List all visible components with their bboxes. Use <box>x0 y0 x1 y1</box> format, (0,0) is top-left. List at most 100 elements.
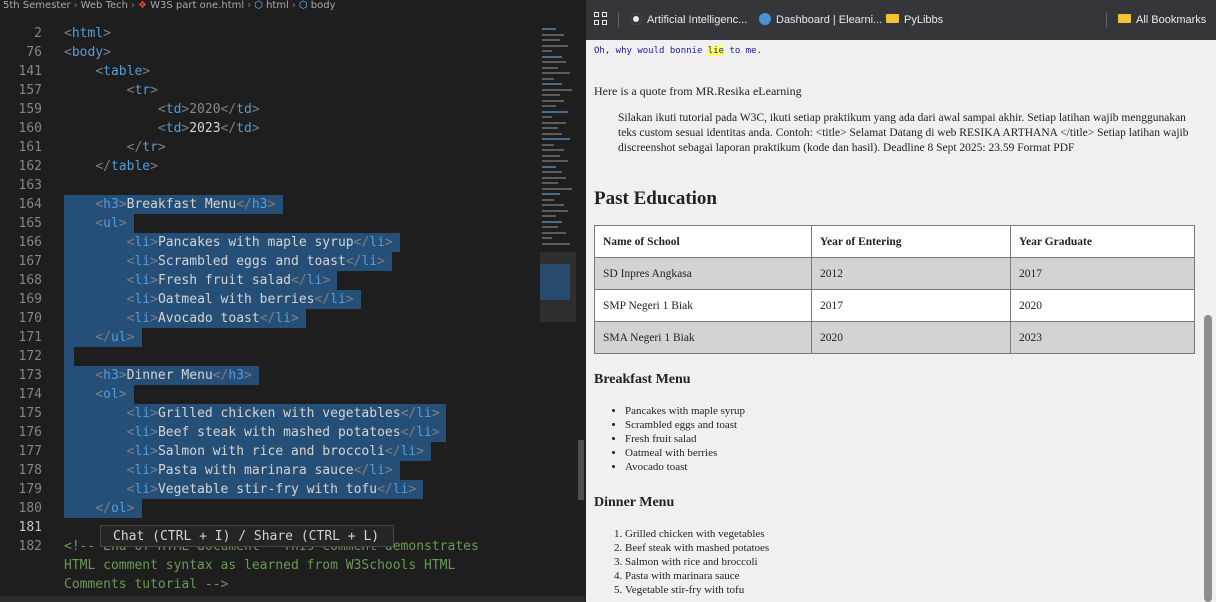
table-cell: 2020 <box>1010 289 1195 322</box>
minimap-line <box>542 50 552 52</box>
list-item: Vegetable stir-fry with tofu <box>625 583 769 597</box>
code-line[interactable]: <li>Oatmeal with berries</li> <box>64 290 354 309</box>
openai-icon <box>630 13 642 25</box>
minimap-line <box>542 105 556 107</box>
list-item: Pancakes with maple syrup <box>625 404 745 418</box>
quote-intro: Here is a quote from MR.Resika eLearning <box>594 84 802 98</box>
code-line[interactable]: <li>Avocado toast</li> <box>64 309 299 328</box>
code-line[interactable]: <li>Salmon with rice and broccoli</li> <box>64 442 424 461</box>
code-line[interactable]: <ol> <box>64 385 126 404</box>
breadcrumb-item-subfolder[interactable]: Web Tech <box>81 0 128 11</box>
breadcrumb-item-folder[interactable]: 5th Semester <box>3 0 71 11</box>
code-line[interactable]: <li>Scrambled eggs and toast</li> <box>64 252 385 271</box>
line-number: 175 <box>18 406 42 421</box>
code-line[interactable]: <h3>Breakfast Menu</h3> <box>64 195 275 214</box>
breadcrumb-item-file[interactable]: W3S part one.html <box>150 0 244 11</box>
code-line[interactable]: <tr> <box>64 81 158 100</box>
minimap-line <box>542 198 554 201</box>
code-line[interactable]: </table> <box>64 157 158 176</box>
line-number: 157 <box>18 83 42 98</box>
minimap-line <box>542 226 558 228</box>
line-number: 160 <box>18 121 42 136</box>
page-scrollbar[interactable] <box>1200 40 1216 602</box>
code-line[interactable]: <td>2020</td> <box>64 100 260 119</box>
code-line[interactable]: <h3>Dinner Menu</h3> <box>64 366 252 385</box>
minimap-line <box>542 99 564 102</box>
minimap-line <box>542 77 554 80</box>
line-number: 169 <box>18 292 42 307</box>
chevron-right-icon: › <box>130 0 135 11</box>
list-item: Grilled chicken with vegetables <box>625 527 769 541</box>
bookmark-dashboard[interactable]: Dashboard | Elearni... <box>759 12 882 28</box>
code-area[interactable]: 2 <html> 76 <body> 141 <table> 157 <tr> 159 <t… <box>0 24 540 602</box>
code-line[interactable]: <html> <box>64 24 111 43</box>
line-number: 170 <box>18 311 42 326</box>
code-line[interactable]: <li>Pancakes with maple syrup</li> <box>64 233 393 252</box>
dinner-heading: Dinner Menu <box>594 495 675 510</box>
code-line[interactable]: <table> <box>64 62 150 81</box>
code-line[interactable]: </tr> <box>64 138 166 157</box>
line-number: 164 <box>18 197 42 212</box>
bookmark-pylibbs[interactable]: PyLibbs <box>886 12 943 28</box>
line-number: 180 <box>18 501 42 516</box>
list-item: Scrambled eggs and toast <box>625 418 745 432</box>
folder-icon <box>886 14 899 23</box>
minimap-line <box>542 121 566 124</box>
code-line[interactable]: <td>2023</td> <box>64 119 260 138</box>
list-item: Pasta with marinara sauce <box>625 569 769 583</box>
minimap-line <box>542 154 560 157</box>
minimap-line <box>542 220 562 223</box>
minimap-line <box>542 33 564 36</box>
line-number: 167 <box>18 254 42 269</box>
code-editor[interactable]: 5th Semester › Web Tech › ❖ W3S part one.htm… <box>0 0 585 602</box>
code-line[interactable]: HTML comment syntax as learned from W3Sc… <box>64 556 455 575</box>
code-line[interactable]: <li>Fresh fruit salad</li> <box>64 271 331 290</box>
elearning-icon <box>759 13 771 25</box>
line-number: 177 <box>18 444 42 459</box>
code-line[interactable]: <li>Beef steak with mashed potatoes</li> <box>64 423 440 442</box>
blockquote: Silakan ikuti tutorial pada W3C, ikuti s… <box>618 112 1189 154</box>
minimap-line <box>542 160 568 162</box>
table-cell: 2012 <box>811 257 1011 290</box>
scrollbar-thumb[interactable] <box>1204 315 1212 602</box>
minimap[interactable] <box>540 22 576 602</box>
code-line[interactable]: </ol> <box>64 499 134 518</box>
minimap-line <box>542 165 556 168</box>
table-cell: SMP Negeri 1 Biak <box>594 289 812 322</box>
folder-icon <box>1118 14 1131 23</box>
line-number: 141 <box>18 64 42 79</box>
chevron-right-icon: › <box>291 0 296 11</box>
table-cell: 2017 <box>1010 257 1195 290</box>
html5-icon: ❖ <box>137 0 147 11</box>
line-number: 161 <box>18 140 42 155</box>
all-bookmarks[interactable]: All Bookmarks <box>1118 12 1206 28</box>
minimap-line <box>542 28 556 30</box>
line-number: 162 <box>18 159 42 174</box>
breadcrumb-item-html[interactable]: html <box>266 0 289 11</box>
element-icon: ⬡ <box>254 0 263 11</box>
line-number: 173 <box>18 368 42 383</box>
minimap-line <box>542 193 560 195</box>
code-line[interactable]: </ul> <box>64 328 134 347</box>
minimap-selection <box>540 264 570 300</box>
code-line[interactable]: <li>Pasta with marinara sauce</li> <box>64 461 393 480</box>
code-line[interactable]: Comments tutorial --> <box>64 575 228 594</box>
column-header: Name of School <box>594 225 812 258</box>
editor-scrollbar[interactable] <box>578 440 584 500</box>
line-number: 168 <box>18 273 42 288</box>
minimap-line <box>542 143 554 146</box>
code-line[interactable]: <ul> <box>64 214 126 233</box>
minimap-line <box>542 176 566 179</box>
table-row: SMP Negeri 1 Biak 2017 2020 <box>594 289 1195 322</box>
bookmark-ai[interactable]: Artificial Intelligenc... <box>630 12 747 28</box>
minimap-line <box>542 231 566 234</box>
education-heading: Past Education <box>594 188 717 209</box>
code-line[interactable]: <li>Vegetable stir-fry with tofu</li> <box>64 480 417 499</box>
apps-grid-icon[interactable] <box>594 12 608 26</box>
list-item: Salmon with rice and broccoli <box>625 555 769 569</box>
minimap-line <box>542 187 572 190</box>
browser-window: Artificial Intelligenc... Dashboard | El… <box>586 0 1216 602</box>
breadcrumb-item-body[interactable]: body <box>311 0 336 11</box>
code-line[interactable]: <li>Grilled chicken with vegetables</li> <box>64 404 440 423</box>
code-line[interactable]: <body> <box>64 43 111 62</box>
